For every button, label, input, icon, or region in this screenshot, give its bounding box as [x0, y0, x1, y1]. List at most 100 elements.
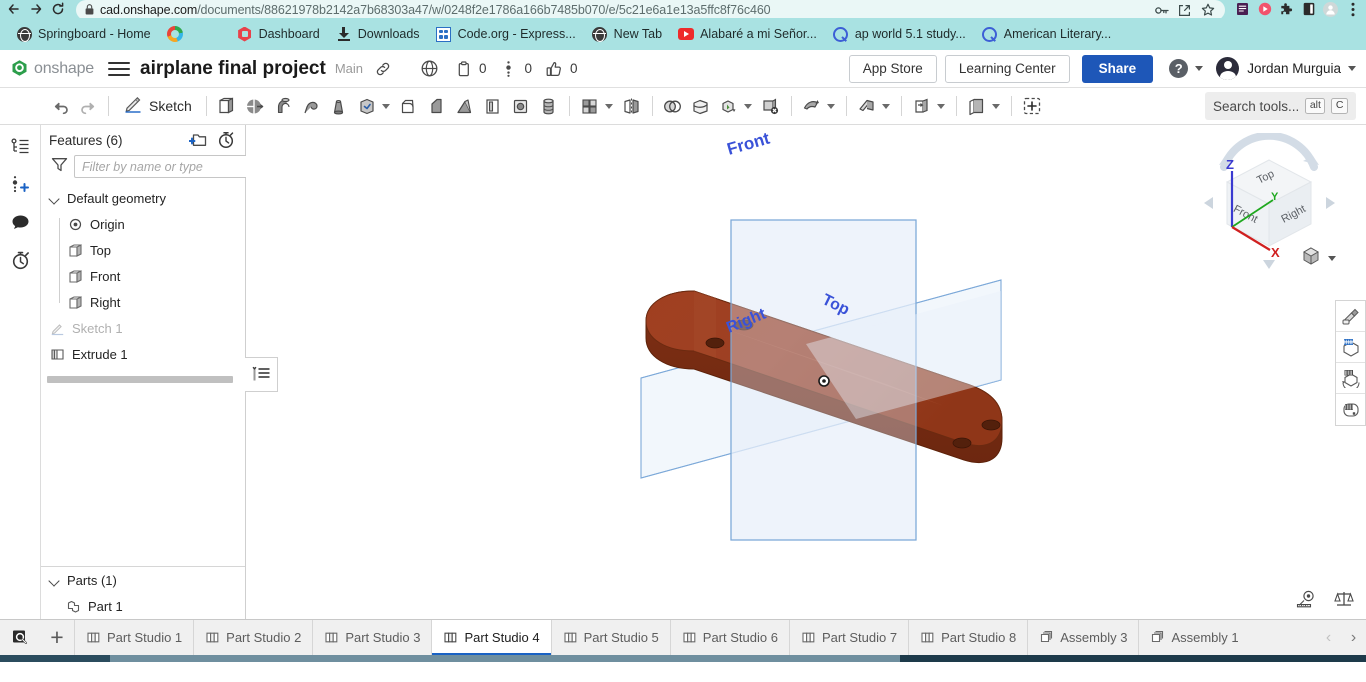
search-input[interactable]	[74, 155, 253, 178]
extension-pink-icon[interactable]	[1257, 2, 1272, 17]
rollback-bar[interactable]	[47, 376, 233, 383]
onshape-logo-icon[interactable]	[10, 59, 29, 78]
user-chevron-down-icon[interactable]	[1348, 66, 1356, 71]
chevron-down-icon[interactable]	[49, 193, 60, 204]
hole-icon[interactable]	[535, 91, 563, 121]
solid-tools-chevron-down-icon[interactable]	[382, 104, 390, 109]
feature-list-toggle-icon[interactable]	[245, 357, 278, 392]
parts-item-part-1[interactable]: Part 1	[41, 593, 245, 619]
help-chevron-down-icon[interactable]	[1195, 66, 1203, 71]
delete-face-icon[interactable]	[757, 91, 785, 121]
tree-item-front[interactable]: Front	[41, 263, 245, 289]
tab-part-studio-7[interactable]: Part Studio 7	[789, 620, 908, 655]
search-input[interactable]: Search tools...	[1213, 99, 1299, 114]
sketch-button[interactable]: Sketch	[115, 91, 200, 121]
transform-chevron-down-icon[interactable]	[744, 104, 752, 109]
loft-icon[interactable]	[325, 91, 353, 121]
insert-icon[interactable]	[1018, 91, 1046, 121]
bookmark-downloads[interactable]: Downloads	[328, 23, 428, 45]
bookmark-springboard[interactable]: Springboard - Home	[8, 23, 159, 45]
redo-arrow-icon[interactable]	[74, 91, 102, 121]
tab-search-icon[interactable]	[0, 620, 40, 655]
app-store-button[interactable]: App Store	[849, 55, 937, 83]
puzzle-icon[interactable]	[1279, 2, 1294, 17]
display-mode-control[interactable]	[1300, 245, 1336, 272]
plane-icon[interactable]	[213, 91, 241, 121]
tab-assembly-3[interactable]: Assembly 3	[1027, 620, 1138, 655]
tab-part-studio-4[interactable]: Part Studio 4	[431, 620, 550, 655]
derive-icon[interactable]	[908, 91, 936, 121]
reading-list-icon[interactable]	[1235, 2, 1250, 17]
bookmark-newtab[interactable]: New Tab	[584, 23, 670, 45]
bookmark-codeorg[interactable]: Code.org - Express...	[428, 23, 584, 45]
fillet-icon[interactable]	[395, 91, 423, 121]
shell-icon[interactable]	[507, 91, 535, 121]
bookmark-american-literary[interactable]: American Literary...	[974, 23, 1119, 45]
branch-label[interactable]: Main	[335, 61, 363, 76]
back-icon[interactable]	[6, 1, 22, 17]
bookmark-apworld[interactable]: ap world 5.1 study...	[825, 23, 974, 45]
link-icon[interactable]	[371, 57, 395, 81]
rib-icon[interactable]	[479, 91, 507, 121]
origin-point-icon[interactable]	[819, 376, 829, 386]
tab-prev-arrow[interactable]: ‹	[1316, 629, 1341, 647]
pattern-chevron-down-icon[interactable]	[605, 104, 613, 109]
help-question-icon[interactable]: ?	[1169, 59, 1188, 78]
tab-part-studio-8[interactable]: Part Studio 8	[908, 620, 1027, 655]
kebab-menu-icon[interactable]	[1345, 2, 1360, 17]
import-chevron-down-icon[interactable]	[992, 104, 1000, 109]
section-view-icon[interactable]	[1336, 332, 1365, 363]
tab-part-studio-2[interactable]: Part Studio 2	[193, 620, 312, 655]
transform-icon[interactable]	[715, 91, 743, 121]
undo-arrow-icon[interactable]	[46, 91, 74, 121]
import-icon[interactable]	[963, 91, 991, 121]
funnel-filter-icon[interactable]	[51, 157, 68, 177]
parts-header[interactable]: Parts (1)	[41, 567, 245, 593]
extrude-icon[interactable]	[241, 91, 269, 121]
rollback-area[interactable]	[41, 367, 245, 566]
graphics-viewport[interactable]: Front Top Right Top	[246, 125, 1366, 619]
mirror-icon[interactable]	[618, 91, 646, 121]
derive-chevron-down-icon[interactable]	[937, 104, 945, 109]
stopwatch-icon[interactable]	[215, 129, 237, 151]
learning-center-button[interactable]: Learning Center	[945, 55, 1070, 83]
pattern-icon[interactable]	[576, 91, 604, 121]
copies-count[interactable]: 0	[451, 57, 487, 81]
bookmark-youtube[interactable]: Alabaré a mi Señor...	[670, 23, 825, 45]
tab-part-studio-5[interactable]: Part Studio 5	[551, 620, 670, 655]
tree-item-right[interactable]: Right	[41, 289, 245, 315]
explode-view-icon[interactable]	[1336, 394, 1365, 425]
history-icon[interactable]	[7, 247, 33, 273]
rotate-view-icon[interactable]	[1336, 363, 1365, 394]
split-icon[interactable]	[687, 91, 715, 121]
reload-icon[interactable]	[50, 1, 66, 17]
tab-part-studio-6[interactable]: Part Studio 6	[670, 620, 789, 655]
mass-properties-icon[interactable]	[1334, 590, 1354, 613]
tab-part-studio-3[interactable]: Part Studio 3	[312, 620, 431, 655]
avatar[interactable]	[1216, 57, 1239, 80]
add-tab-icon[interactable]: +	[40, 620, 74, 655]
measure-tape-icon[interactable]	[1296, 590, 1316, 613]
display-mode-chevron-down-icon[interactable]	[1328, 256, 1336, 261]
draft-icon[interactable]	[451, 91, 479, 121]
tab-part-studio-1[interactable]: Part Studio 1	[74, 620, 193, 655]
sweep-icon[interactable]	[297, 91, 325, 121]
search-tools-box[interactable]: Search tools... alt C	[1205, 92, 1356, 120]
appearance-icon[interactable]	[1336, 301, 1365, 332]
tree-item-default-geometry[interactable]: Default geometry	[41, 185, 245, 211]
key-icon[interactable]	[1153, 2, 1170, 19]
comments-icon[interactable]	[7, 209, 33, 235]
thicken-icon[interactable]	[353, 91, 381, 121]
tree-item-origin[interactable]: Origin	[41, 211, 245, 237]
likes-count[interactable]: 0	[542, 57, 578, 81]
bookmark-dashboard[interactable]: Dashboard	[229, 23, 328, 45]
add-variable-icon[interactable]	[7, 171, 33, 197]
share-icon[interactable]	[1176, 2, 1193, 19]
boolean-icon[interactable]	[659, 91, 687, 121]
chamfer-icon[interactable]	[423, 91, 451, 121]
address-bar[interactable]: cad.onshape.com/documents/88621978b2142a…	[76, 0, 1225, 18]
sheetmetal-chevron-down-icon[interactable]	[882, 104, 890, 109]
tree-item-sketch-1[interactable]: Sketch 1	[41, 315, 245, 341]
feature-list-icon[interactable]	[7, 133, 33, 159]
user-name-label[interactable]: Jordan Murguia	[1247, 61, 1341, 76]
